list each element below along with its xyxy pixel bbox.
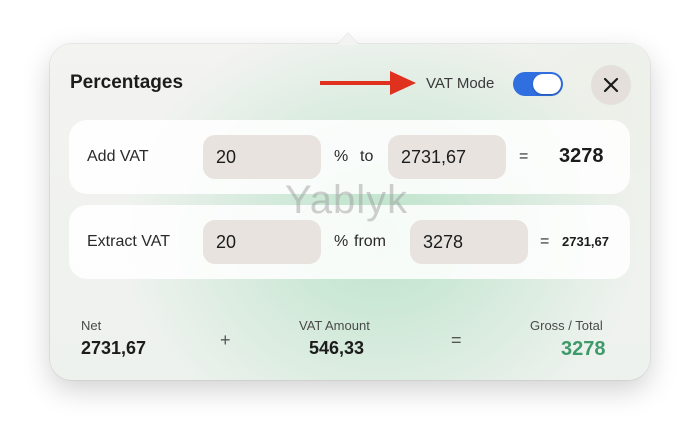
equals-symbol: = [451, 330, 462, 350]
extract-vat-result: 2731,67 [562, 234, 609, 249]
equals-symbol: = [540, 233, 550, 250]
to-label: to [360, 148, 374, 165]
extract-vat-label: Extract VAT [87, 233, 170, 250]
vat-mode-toggle[interactable] [513, 72, 563, 96]
popover-caret [337, 33, 359, 45]
gross-total-label: Gross / Total [530, 318, 603, 333]
percent-symbol: % [334, 233, 349, 250]
annotation-arrow-icon [320, 71, 416, 95]
net-value: 2731,67 [81, 338, 147, 358]
add-vat-amount-input[interactable]: 2731,67 [388, 135, 506, 179]
watermark: Yablyk [285, 178, 409, 222]
equals-symbol: = [519, 148, 529, 165]
add-vat-label: Add VAT [87, 148, 149, 165]
extract-vat-percent-input[interactable]: 20 [203, 220, 321, 264]
vat-mode-label: VAT Mode [426, 75, 495, 92]
net-label: Net [81, 318, 102, 333]
vat-amount-label: VAT Amount [299, 318, 370, 333]
add-vat-result: 3278 [559, 145, 604, 167]
close-button[interactable] [591, 65, 631, 105]
from-label: from [354, 233, 386, 250]
toggle-knob [533, 74, 561, 94]
add-vat-percent-input[interactable]: 20 [203, 135, 321, 179]
extract-vat-amount-input[interactable]: 3278 [410, 220, 528, 264]
percent-symbol: % [334, 148, 349, 165]
plus-symbol: + [220, 330, 231, 350]
close-icon [603, 77, 619, 93]
vat-amount-value: 546,33 [309, 338, 365, 358]
page-title: Percentages [70, 72, 184, 93]
gross-total-value: 3278 [561, 338, 606, 360]
